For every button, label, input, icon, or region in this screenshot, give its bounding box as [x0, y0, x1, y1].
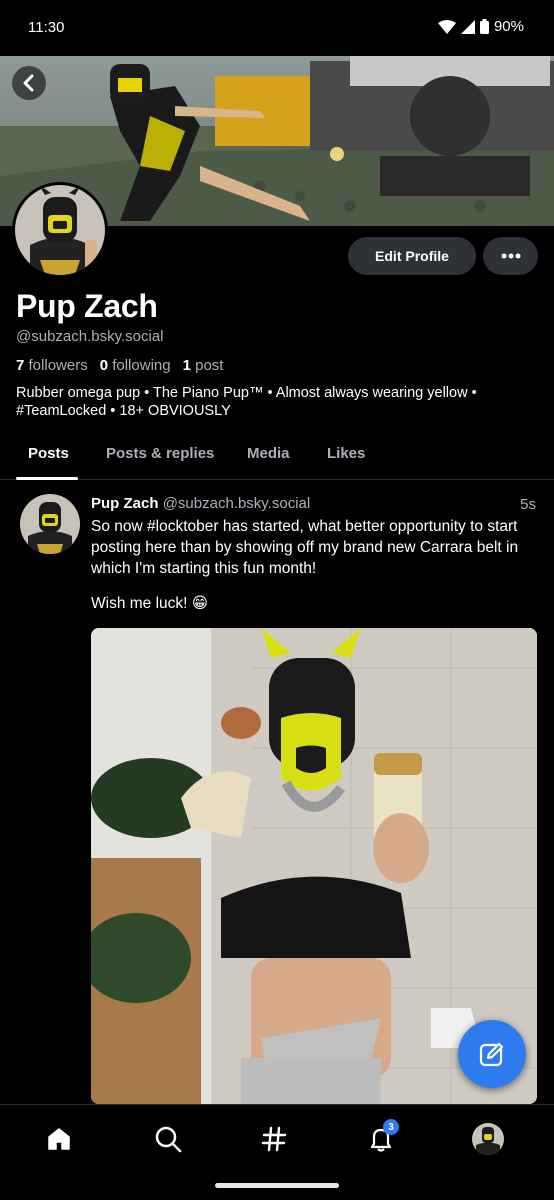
edit-profile-button[interactable]: Edit Profile — [348, 237, 476, 275]
post-author-avatar[interactable] — [20, 494, 80, 554]
home-indicator[interactable] — [215, 1183, 339, 1188]
wifi-icon — [437, 19, 456, 34]
profile-stats: 7 followers 0 following 1 post — [16, 357, 223, 374]
post-author-name[interactable]: Pup Zach — [91, 495, 159, 512]
post-author-handle[interactable]: @subzach.bsky.social — [163, 495, 311, 512]
tab-likes[interactable]: Likes — [327, 445, 365, 462]
chevron-left-icon — [23, 74, 34, 92]
tab-media[interactable]: Media — [247, 445, 290, 462]
profile-handle: @subzach.bsky.social — [16, 328, 164, 345]
tab-posts[interactable]: Posts — [28, 445, 69, 462]
posts-count: 1 — [182, 357, 191, 374]
ellipsis-icon — [501, 253, 520, 259]
compose-post-button[interactable] — [458, 1020, 526, 1088]
battery-percent: 90% — [493, 18, 524, 35]
post-text-extra: Wish me luck! 😁 — [91, 595, 208, 612]
nav-home[interactable] — [39, 1119, 79, 1159]
notifications-badge: 3 — [383, 1119, 399, 1135]
search-icon — [155, 1126, 182, 1153]
signal-icon — [460, 19, 475, 34]
status-bar: 11:30 90% — [0, 0, 554, 56]
home-icon — [48, 1128, 70, 1150]
nav-search[interactable] — [148, 1119, 188, 1159]
followers-label: followers — [28, 357, 88, 374]
back-button[interactable] — [12, 66, 46, 100]
active-tab-indicator — [16, 477, 78, 480]
posts-stat: 1 post — [183, 357, 224, 374]
status-icons: 90% — [437, 18, 524, 35]
profile-bio: Rubber omega pup • The Piano Pup™ • Almo… — [16, 385, 477, 419]
posts-label: post — [195, 357, 224, 374]
followers-stat[interactable]: 7 followers — [16, 357, 88, 374]
profile-avatar[interactable] — [12, 182, 108, 278]
profile-name: Pup Zach — [16, 288, 158, 324]
tab-posts-replies[interactable]: Posts & replies — [106, 445, 214, 462]
hashtag-icon — [261, 1126, 287, 1152]
nav-feeds[interactable] — [254, 1119, 294, 1159]
following-label: following — [112, 357, 171, 374]
post-header: Pup Zach @subzach.bsky.social — [91, 495, 310, 512]
battery-icon — [479, 19, 489, 34]
nav-notifications[interactable]: 3 — [361, 1119, 401, 1159]
following-stat[interactable]: 0 following — [100, 357, 171, 374]
nav-profile-avatar — [472, 1123, 504, 1155]
status-time: 11:30 — [28, 19, 65, 36]
more-options-button[interactable] — [483, 237, 538, 275]
nav-profile[interactable] — [468, 1119, 508, 1159]
post-timestamp: 5s — [520, 496, 536, 513]
following-count: 0 — [99, 357, 109, 374]
post-text: So now #locktober has started, what bett… — [91, 518, 519, 577]
profile-tabs: Posts Posts & replies Media Likes — [0, 432, 554, 480]
compose-icon — [479, 1042, 504, 1067]
followers-count: 7 — [16, 357, 25, 374]
